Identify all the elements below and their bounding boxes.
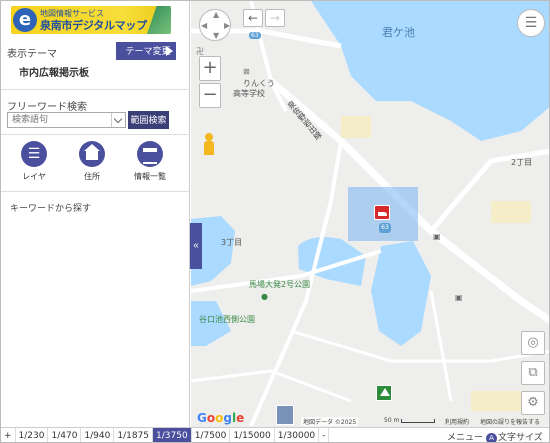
layer-button[interactable]: レイヤ (14, 141, 54, 183)
chome-label-3: 3丁目 (221, 238, 243, 247)
bulletin-board-marker-icon[interactable] (374, 205, 390, 220)
google-letter: g (223, 411, 232, 425)
scale-minus-button[interactable]: - (319, 428, 330, 442)
park-pin-icon: ● (261, 292, 268, 301)
pan-left-icon[interactable]: ◀ (201, 21, 207, 30)
map-canvas[interactable]: 君ケ池 泉佐野岩出線 りんくう 高等学校 ⊠ 卍 63 2丁目 3丁目 馬場大発… (191, 1, 549, 427)
google-letter: G (197, 411, 207, 425)
scale-label: 50 m (384, 417, 400, 424)
google-logo: Google (197, 411, 244, 425)
scale-plus-button[interactable]: + (1, 428, 16, 442)
forward-arrow-icon[interactable]: → (265, 9, 285, 27)
logo-title: 泉南市デジタルマップ (40, 19, 147, 32)
scale-option[interactable]: 1/470 (48, 428, 82, 442)
scale-indicator[interactable]: 50 m (384, 417, 436, 424)
bus-stop-icon: ▣ (455, 293, 463, 302)
map-attribution: 地図データ ©2025 (301, 417, 359, 426)
route-badge: 63 (379, 223, 391, 233)
zoom-out-button[interactable]: − (199, 83, 221, 108)
app-window: e 地図情報サービス 泉南市デジタルマップ 表示テーマ テーマ変更 市内広報掲示… (0, 0, 550, 443)
sidebar: e 地図情報サービス 泉南市デジタルマップ 表示テーマ テーマ変更 市内広報掲示… (1, 1, 190, 427)
google-letter: o (206, 411, 216, 425)
keyword-search-link[interactable]: キーワードから探す (10, 201, 91, 214)
layers-list-icon (21, 141, 47, 167)
scale-option[interactable]: 1/1875 (114, 428, 154, 442)
divider (1, 134, 190, 135)
chevron-down-icon[interactable] (111, 113, 125, 127)
freeword-search-input[interactable]: 検索語句 (7, 112, 126, 128)
terms-link[interactable]: 利用規約 (445, 417, 469, 426)
pan-up-icon[interactable]: ▲ (213, 10, 219, 19)
pan-down-icon[interactable]: ▼ (213, 31, 219, 40)
menu-hamburger-icon[interactable]: ☰ (517, 9, 545, 37)
school-icon: ⊠ (243, 67, 250, 76)
text-size-button[interactable]: A 文字サイズ (486, 430, 543, 443)
google-letter: e (236, 411, 245, 425)
park-label-1: 馬場大発2号公園 (249, 280, 311, 289)
scale-bar (401, 418, 436, 423)
text-size-icon: A (486, 433, 497, 442)
theme-change-label: テーマ変更 (125, 46, 171, 56)
school-label-2: 高等学校 (233, 89, 265, 98)
divider (1, 191, 190, 192)
current-theme-name: 市内広報掲示板 (19, 68, 89, 79)
route-badge: 63 (249, 32, 261, 39)
settings-gear-icon[interactable]: ⚙ (521, 391, 545, 415)
address-button[interactable]: 住所 (72, 141, 112, 183)
scale-option[interactable]: 1/7500 (192, 428, 231, 442)
pond-label: 君ケ池 (382, 26, 415, 39)
layer-label: レイヤ (22, 172, 46, 181)
pan-control[interactable]: ▲ ▼ ◀ ▶ (199, 9, 231, 41)
zoom-in-button[interactable]: + (199, 56, 221, 81)
info-list-button[interactable]: 情報一覧 (130, 141, 170, 183)
divider (1, 89, 190, 90)
play-arrow-icon (166, 46, 173, 56)
locate-icon[interactable]: ◎ (521, 331, 545, 355)
info-list-label: 情報一覧 (134, 172, 166, 181)
text-size-label: 文字サイズ (498, 433, 543, 443)
scale-option-active[interactable]: 1/3750 (153, 428, 192, 442)
theme-label: 表示テーマ (7, 49, 57, 60)
street-view-pegman-icon[interactable] (202, 133, 216, 155)
collapse-sidebar-button[interactable]: « (190, 223, 202, 269)
logo-e-icon: e (13, 8, 37, 32)
pan-right-icon[interactable]: ▶ (224, 21, 230, 30)
bottom-bar: +1/230 1/470 1/940 1/1875 1/3750 1/7500 1/1500… (1, 427, 549, 443)
theme-change-button[interactable]: テーマ変更 (116, 42, 176, 60)
back-arrow-icon[interactable]: ← (243, 9, 263, 27)
scale-option[interactable]: 1/15000 (230, 428, 275, 442)
footer-menu-link[interactable]: メニュー (447, 430, 483, 442)
logo-leaf-icon (147, 6, 171, 34)
bus-stop-icon: ▣ (433, 232, 441, 241)
address-label: 住所 (84, 172, 100, 181)
range-search-button[interactable]: 範囲検索 (128, 111, 169, 129)
report-error-link[interactable]: 地図の誤りを報告する (480, 417, 540, 426)
scale-selector: +1/230 1/470 1/940 1/1875 1/3750 1/7500 1/1500… (1, 428, 330, 442)
copy-icon[interactable]: ⧉ (521, 361, 545, 385)
scale-option[interactable]: 1/940 (81, 428, 115, 442)
freeword-label: フリーワード検索 (7, 102, 87, 113)
park-label-2: 谷口池西側公園 (199, 315, 255, 324)
satellite-layer-toggle[interactable] (276, 405, 294, 425)
scale-option[interactable]: 1/230 (16, 428, 49, 442)
park-marker-icon[interactable] (376, 385, 392, 401)
scale-option[interactable]: 1/30000 (275, 428, 320, 442)
site-logo[interactable]: e 地図情報サービス 泉南市デジタルマップ (11, 6, 171, 34)
list-table-icon (137, 141, 163, 167)
house-icon (79, 141, 105, 167)
chome-label-2: 2丁目 (511, 158, 533, 167)
